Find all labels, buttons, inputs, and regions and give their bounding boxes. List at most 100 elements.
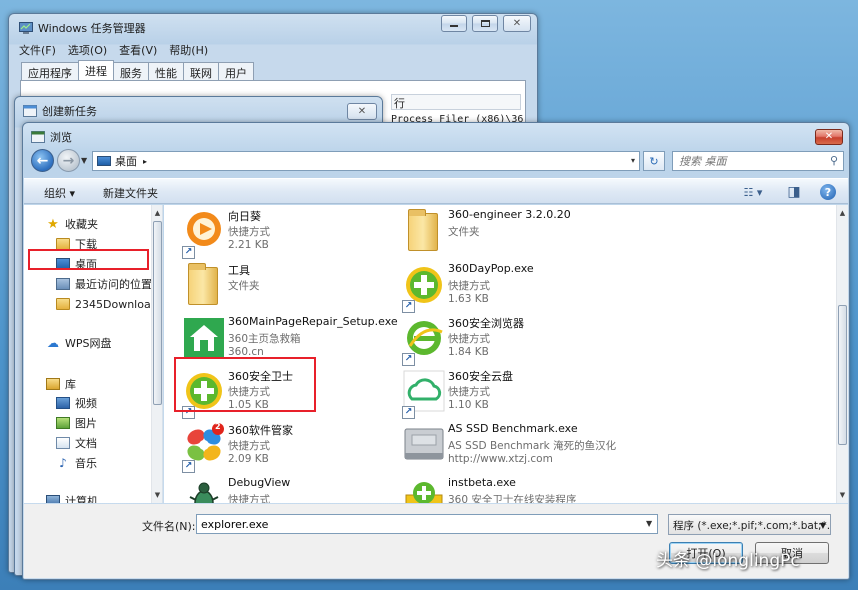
nav-label: 视频 (75, 397, 97, 410)
file-item-360-software-manager[interactable]: 2 ↗ 360软件管家 快捷方式 2.09 KB (182, 421, 397, 473)
scroll-down-icon[interactable]: ▼ (152, 489, 162, 501)
filename-label: 文件名(N): (142, 520, 196, 533)
file-item-360-engineer[interactable]: 360-engineer 3.2.0.20 文件夹 (402, 207, 617, 259)
favorites-star-icon: ★ (47, 216, 59, 232)
forward-button[interactable]: → (57, 149, 80, 172)
search-input[interactable] (679, 154, 819, 168)
highlight-desktop-nav (28, 249, 149, 270)
folder-icon (402, 209, 446, 253)
recent-places-icon (56, 278, 70, 290)
file-name: 360安全浏览器 (448, 317, 524, 330)
minimize-button[interactable] (441, 15, 467, 32)
new-task-close-button[interactable]: ✕ (347, 103, 377, 120)
scroll-up-icon[interactable]: ▲ (152, 207, 162, 219)
tab-performance[interactable]: 性能 (148, 62, 184, 80)
file-type-filter[interactable]: 程序 (*.exe;*.pif;*.com;*.bat;*. ▼ (668, 514, 831, 535)
bug-icon (189, 482, 219, 503)
file-item-instbeta[interactable]: instbeta.exe 360 安全卫士在线安装程序 (402, 475, 617, 503)
file-type: 快捷方式 (448, 386, 490, 398)
refresh-icon: ↻ (649, 154, 659, 168)
filename-input[interactable] (196, 514, 658, 534)
search-icon[interactable]: ⚲ (830, 154, 838, 167)
tab-networking[interactable]: 联网 (183, 62, 219, 80)
nav-pictures[interactable]: 图片 (56, 414, 97, 432)
preview-pane-icon[interactable]: ◨ (786, 184, 802, 200)
minimize-icon (450, 25, 458, 27)
maximize-button[interactable] (472, 15, 498, 32)
nav-recent-places[interactable]: 最近访问的位置 (56, 275, 152, 293)
nav-libraries[interactable]: 库 (46, 375, 76, 393)
file-name: instbeta.exe (448, 476, 516, 489)
scroll-thumb[interactable] (838, 305, 847, 445)
nav-label: 2345Downloads (75, 297, 163, 311)
organize-button[interactable]: 组织 ▾ (44, 185, 75, 201)
file-item-tools[interactable]: 工具 文件夹 (182, 261, 397, 313)
address-bar[interactable]: 桌面 ▸ ▾ (92, 151, 640, 171)
file-name: 360安全云盘 (448, 370, 513, 383)
tab-processes[interactable]: 进程 (78, 60, 114, 80)
menu-view[interactable]: 查看(V) (119, 42, 157, 58)
menu-options[interactable]: 选项(O) (68, 42, 107, 58)
tab-applications[interactable]: 应用程序 (21, 62, 79, 80)
column-header[interactable]: 行 (391, 94, 521, 110)
address-dropdown-icon[interactable]: ▾ (631, 156, 635, 165)
close-icon: ✕ (824, 131, 834, 142)
help-icon[interactable]: ? (820, 184, 836, 200)
command-toolbar: 组织 ▾ 新建文件夹 ☷ ▾ ◨ ? (24, 178, 848, 204)
file-list-scrollbar[interactable]: ▲ ▼ (836, 205, 848, 503)
file-type: 文件夹 (448, 226, 480, 238)
shortcut-arrow-icon: ↗ (182, 246, 195, 259)
file-item-360-browser[interactable]: ↗ 360安全浏览器 快捷方式 1.84 KB (402, 314, 617, 366)
menu-file[interactable]: 文件(F) (19, 42, 56, 58)
nav-computer[interactable]: 计算机 (46, 492, 98, 503)
file-name: AS SSD Benchmark.exe (448, 422, 578, 435)
nav-videos[interactable]: 视频 (56, 394, 97, 412)
breadcrumb-arrow-icon[interactable]: ▸ (143, 157, 147, 166)
view-options-icon[interactable]: ☷ ▾ (738, 184, 768, 200)
browse-close-button[interactable]: ✕ (815, 129, 843, 145)
recent-pages-dropdown[interactable]: ▼ (81, 156, 87, 165)
new-folder-button[interactable]: 新建文件夹 (103, 185, 158, 201)
file-type: 360 安全卫士在线安装程序 (448, 494, 577, 503)
file-name: 工具 (228, 264, 250, 277)
file-name: 360软件管家 (228, 424, 293, 437)
tab-users[interactable]: 用户 (218, 62, 254, 80)
nav-label: 计算机 (65, 495, 98, 503)
file-item-debugview[interactable]: DebugView 快捷方式 (182, 475, 397, 503)
scroll-down-icon[interactable]: ▼ (837, 489, 848, 501)
browse-title: 浏览 (31, 129, 72, 145)
nav-wps-cloud[interactable]: ☁ WPS网盘 (46, 334, 112, 352)
nav-label: 收藏夹 (65, 218, 98, 231)
search-box[interactable]: ⚲ (672, 151, 844, 171)
shortcut-arrow-icon: ↗ (402, 300, 415, 313)
browse-dialog: 浏览 ✕ ← → ▼ 桌面 ▸ ▾ ↻ ⚲ 组织 ▾ 新建文件夹 ☷ ▾ ◨ ? (22, 122, 850, 580)
nav-documents[interactable]: 文档 (56, 434, 97, 452)
address-location[interactable]: 桌面 (115, 153, 137, 169)
file-item-as-ssd-benchmark[interactable]: AS SSD Benchmark.exe AS SSD Benchmark 淹死… (402, 421, 617, 473)
ssd-drive-icon (404, 428, 444, 460)
tab-services[interactable]: 服务 (113, 62, 149, 80)
scroll-thumb[interactable] (153, 221, 162, 405)
file-type: 快捷方式 (228, 226, 270, 238)
scroll-up-icon[interactable]: ▲ (837, 207, 848, 219)
refresh-button[interactable]: ↻ (643, 151, 665, 171)
task-manager-close-button[interactable]: ✕ (503, 15, 531, 32)
file-item-sunflower[interactable]: ↗ 向日葵 快捷方式 2.21 KB (182, 207, 397, 259)
menu-help[interactable]: 帮助(H) (169, 42, 208, 58)
nav-label: 文档 (75, 437, 97, 450)
close-icon: ✕ (357, 105, 367, 117)
back-button[interactable]: ← (31, 149, 54, 172)
task-manager-menubar: 文件(F) 选项(O) 查看(V) 帮助(H) (19, 42, 208, 58)
file-item-360daypop[interactable]: ↗ 360DayPop.exe 快捷方式 1.63 KB (402, 261, 617, 313)
file-item-360-cloud-disk[interactable]: ↗ 360安全云盘 快捷方式 1.10 KB (402, 367, 617, 419)
shortcut-arrow-icon: ↗ (182, 460, 195, 473)
new-task-title: 创建新任务 (23, 103, 97, 119)
task-manager-tabs: 应用程序 进程 服务 性能 联网 用户 (21, 60, 254, 80)
filename-dropdown-icon[interactable]: ▼ (646, 519, 652, 528)
nav-favorites[interactable]: ★ 收藏夹 (46, 215, 98, 233)
navigation-scrollbar[interactable]: ▲ ▼ (151, 205, 162, 503)
file-name: 向日葵 (228, 210, 261, 223)
nav-2345downloads[interactable]: 2345Downloads (56, 295, 163, 313)
navigation-bar: ← → ▼ 桌面 ▸ ▾ ↻ ⚲ (29, 148, 845, 174)
nav-music[interactable]: ♪ 音乐 (56, 454, 97, 472)
